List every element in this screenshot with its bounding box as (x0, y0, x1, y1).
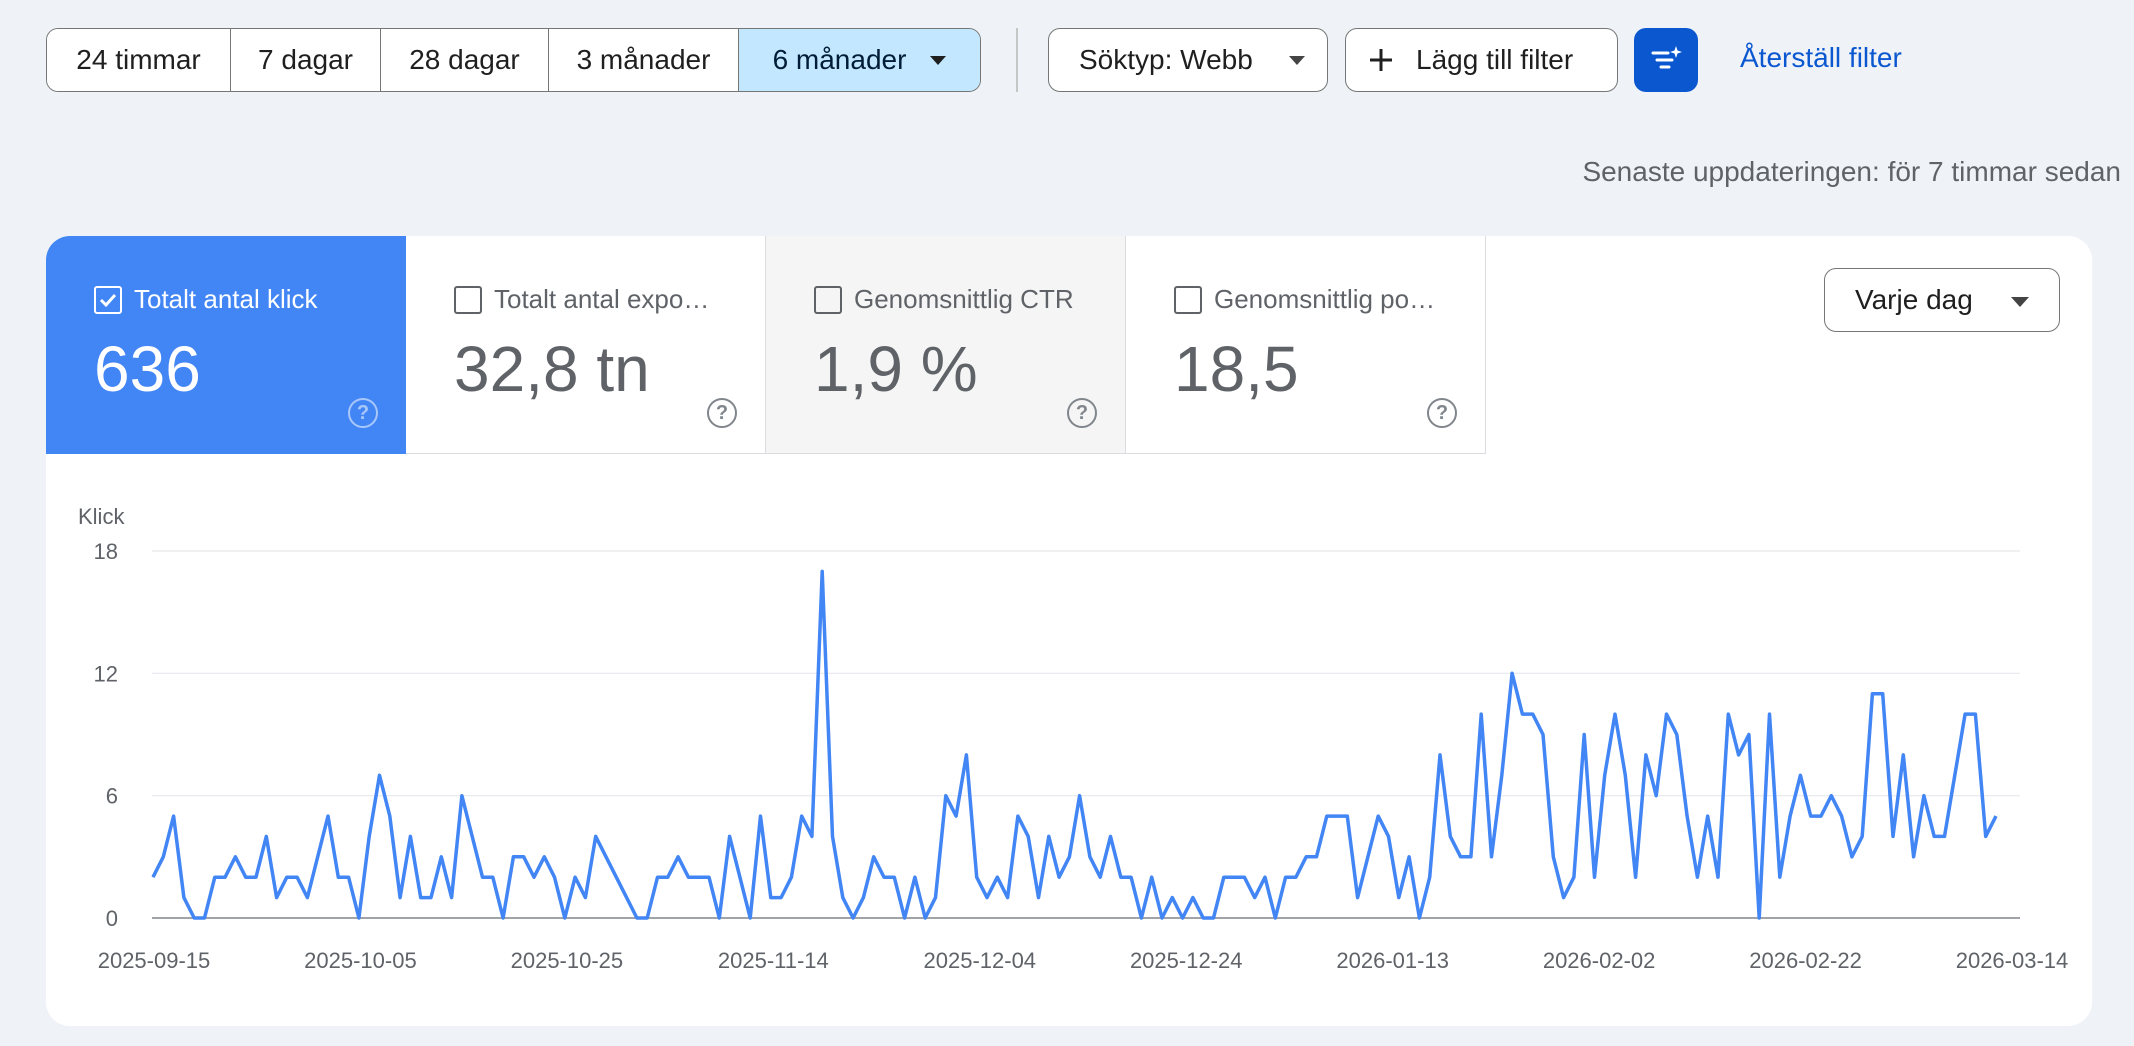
x-tick-label: 2026-03-14 (1956, 948, 2069, 973)
y-tick-label: 12 (94, 661, 118, 686)
date-range-selector: 24 timmar 7 dagar 28 dagar 3 månader 6 m… (46, 28, 981, 92)
clicks-line-chart: Klick 0 6 12 18 2025-09-15 2025-10-05 2025-10-2… (78, 504, 2069, 973)
range-6-months-label: 6 månader (772, 44, 907, 75)
toolbar-divider (1016, 28, 1018, 92)
performance-card: Totalt antal klick 636 ? Totalt antal ex… (46, 236, 2092, 1026)
x-tick-label: 2025-10-05 (304, 948, 417, 973)
x-tick-label: 2026-01-13 (1336, 948, 1449, 973)
y-tick-label: 6 (106, 784, 118, 809)
range-24-hours-button[interactable]: 24 timmar (47, 29, 231, 91)
range-7-days-button[interactable]: 7 dagar (231, 29, 381, 91)
y-tick-label: 0 (106, 906, 118, 931)
add-filter-label: Lägg till filter (1416, 44, 1574, 75)
range-6-months-button[interactable]: 6 månader (739, 29, 980, 91)
x-tick-label: 2025-09-15 (98, 948, 211, 973)
x-tick-label: 2025-11-14 (718, 948, 829, 973)
y-tick-label: 18 (94, 539, 118, 564)
add-filter-button[interactable]: Lägg till filter (1345, 28, 1618, 92)
x-tick-label: 2026-02-22 (1749, 948, 1862, 973)
chevron-down-icon (1289, 56, 1305, 65)
range-3-months-button[interactable]: 3 månader (549, 29, 739, 91)
x-tick-label: 2025-10-25 (511, 948, 624, 973)
x-tick-label: 2026-02-02 (1543, 948, 1656, 973)
x-tick-label: 2025-12-04 (924, 948, 1037, 973)
sparkle-filter-icon (1651, 46, 1682, 69)
chevron-down-icon (930, 55, 947, 65)
x-tick-label: 2025-12-24 (1130, 948, 1243, 973)
reset-filter-link[interactable]: Återställ filter (1740, 42, 1902, 74)
y-axis-label: Klick (78, 504, 125, 529)
search-type-dropdown[interactable]: Söktyp: Webb (1048, 28, 1328, 92)
last-updated-text: Senaste uppdateringen: för 7 timmar seda… (1582, 156, 2121, 187)
clicks-series-line (151, 569, 1998, 920)
search-type-label: Söktyp: Webb (1079, 44, 1253, 75)
range-28-days-button[interactable]: 28 dagar (381, 29, 549, 91)
ai-filter-button[interactable] (1634, 28, 1698, 92)
plus-icon (1370, 49, 1392, 71)
